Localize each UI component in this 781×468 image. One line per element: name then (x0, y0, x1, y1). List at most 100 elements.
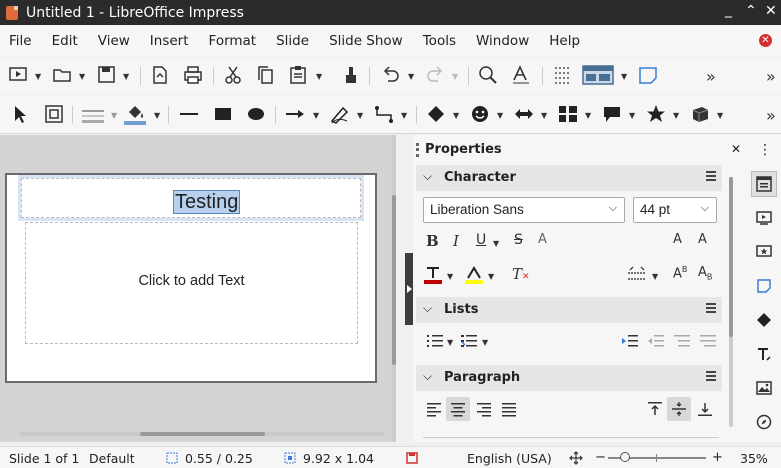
section-menu-icon[interactable] (706, 303, 716, 313)
display-views-dropdown-icon[interactable]: ▼ (621, 72, 627, 81)
chevron-down-icon[interactable]: ⌵ (423, 369, 432, 384)
open-icon[interactable] (52, 64, 74, 86)
menu-help[interactable]: Help (539, 33, 590, 49)
menu-insert[interactable]: Insert (140, 33, 199, 49)
spelling-icon[interactable] (510, 64, 532, 86)
menu-file[interactable]: File (0, 33, 42, 49)
ordered-list-icon[interactable] (460, 333, 478, 349)
stars-icon[interactable] (645, 103, 667, 125)
arrow-icon[interactable] (284, 103, 306, 125)
close-document-icon[interactable]: ✕ (759, 34, 772, 47)
redo-dropdown-icon[interactable]: ▼ (452, 72, 458, 81)
new-slide-dropdown-icon[interactable]: ▼ (35, 72, 41, 81)
ellipse-icon[interactable] (245, 103, 267, 125)
menu-tools[interactable]: Tools (413, 33, 466, 49)
close-window-button[interactable]: ✕ (765, 3, 777, 19)
print-icon[interactable] (182, 64, 204, 86)
strikethrough-button[interactable]: S (514, 232, 523, 248)
sidebar-scroll-thumb[interactable] (729, 177, 733, 337)
drawing-toolbar-overflow-icon[interactable]: » (766, 103, 776, 127)
symbol-shapes-dropdown-icon[interactable]: ▼ (497, 111, 503, 120)
redo-icon[interactable] (424, 64, 446, 86)
basic-shapes-icon[interactable] (425, 103, 447, 125)
toolbar-overflow-right-icon[interactable]: » (766, 64, 776, 88)
subscript-button[interactable]: AB (698, 265, 712, 282)
content-placeholder-text[interactable]: Click to add Text (26, 273, 357, 289)
menu-view[interactable]: View (88, 33, 140, 49)
3d-objects-dropdown-icon[interactable]: ▼ (717, 111, 723, 120)
undo-dropdown-icon[interactable]: ▼ (408, 72, 414, 81)
vertical-scroll-thumb[interactable] (392, 195, 396, 365)
slide-edit-area[interactable]: Testing Click to add Text (0, 135, 396, 442)
center-vertically-button[interactable] (667, 397, 691, 421)
decrease-font-size-button[interactable]: A (698, 232, 707, 247)
zoom-level-status[interactable]: 35% (740, 451, 768, 466)
menu-edit[interactable]: Edit (42, 33, 88, 49)
line-color-icon[interactable] (80, 103, 106, 125)
paste-dropdown-icon[interactable]: ▼ (316, 72, 322, 81)
gallery-tab-icon[interactable] (751, 375, 777, 401)
underline-button[interactable]: U (476, 232, 486, 248)
language-status[interactable]: English (USA) (467, 451, 552, 466)
font-color-icon[interactable] (423, 265, 443, 285)
title-placeholder[interactable]: Testing (18, 175, 364, 221)
increase-indent-icon[interactable] (621, 333, 639, 349)
font-name-combobox[interactable]: Liberation Sans ⌵ (423, 197, 625, 223)
curve-dropdown-icon[interactable]: ▼ (357, 111, 363, 120)
italic-button[interactable]: I (453, 232, 459, 250)
menu-window[interactable]: Window (466, 33, 539, 49)
fill-color-icon[interactable] (122, 102, 148, 126)
unordered-list-icon[interactable] (426, 333, 444, 349)
export-pdf-icon[interactable] (149, 64, 171, 86)
properties-tab-icon[interactable] (751, 171, 777, 197)
decrease-indent-icon[interactable] (647, 333, 665, 349)
callout-dropdown-icon[interactable]: ▼ (629, 111, 635, 120)
3d-objects-icon[interactable] (689, 103, 711, 125)
select-icon[interactable] (10, 103, 30, 125)
open-dropdown-icon[interactable]: ▼ (79, 72, 85, 81)
section-menu-icon[interactable] (706, 371, 716, 381)
line-icon[interactable] (178, 103, 200, 125)
align-center-button[interactable] (446, 397, 470, 421)
align-bottom-icon[interactable] (697, 401, 713, 417)
slide-transition-tab-icon[interactable] (751, 205, 777, 231)
content-placeholder[interactable]: Click to add Text (25, 222, 358, 344)
block-arrows-icon[interactable] (513, 103, 535, 125)
navigator-tab-icon[interactable] (751, 409, 777, 435)
master-layout-status[interactable]: Default (89, 451, 135, 466)
symbol-shapes-icon[interactable] (469, 103, 491, 125)
demote-icon[interactable] (699, 333, 717, 349)
minimize-button[interactable]: _ (725, 2, 732, 18)
fill-color-dropdown-icon[interactable]: ▼ (154, 111, 160, 120)
master-slides-tab-icon[interactable] (751, 273, 777, 299)
sidebar-close-icon[interactable]: ✕ (731, 142, 741, 156)
clear-formatting-button[interactable]: T✕ (512, 265, 530, 283)
sidebar-collapse-handle[interactable] (405, 253, 413, 325)
underline-dropdown-icon[interactable]: ▼ (493, 239, 499, 248)
grid-icon[interactable] (552, 64, 574, 86)
clone-formatting-icon[interactable] (340, 64, 362, 86)
curve-icon[interactable] (329, 103, 351, 125)
vertical-scrollbar[interactable] (392, 135, 396, 442)
copy-icon[interactable] (255, 64, 277, 86)
highlight-color-icon[interactable] (464, 265, 484, 285)
zoom-slider-handle[interactable] (620, 452, 630, 462)
horizontal-scroll-thumb[interactable] (140, 432, 265, 436)
maximize-button[interactable]: ⌃ (745, 3, 757, 19)
highlight-color-dropdown-icon[interactable]: ▼ (488, 272, 494, 281)
cut-icon[interactable] (222, 64, 244, 86)
sidebar-menu-icon[interactable]: ⋮ (758, 142, 772, 158)
slide-title-text[interactable]: Testing (173, 190, 241, 214)
paragraph-section-header[interactable]: ⌵ Paragraph (416, 365, 722, 391)
paste-icon[interactable] (287, 64, 309, 86)
save-icon[interactable] (96, 64, 118, 86)
new-slide-icon[interactable] (8, 64, 30, 86)
font-color-dropdown-icon[interactable]: ▼ (447, 272, 453, 281)
save-dropdown-icon[interactable]: ▼ (123, 72, 129, 81)
menu-format[interactable]: Format (199, 33, 267, 49)
basic-shapes-dropdown-icon[interactable]: ▼ (453, 111, 459, 120)
shadow-button[interactable]: A (538, 232, 547, 247)
connector-dropdown-icon[interactable]: ▼ (401, 111, 407, 120)
undo-icon[interactable] (380, 64, 402, 86)
stars-dropdown-icon[interactable]: ▼ (673, 111, 679, 120)
